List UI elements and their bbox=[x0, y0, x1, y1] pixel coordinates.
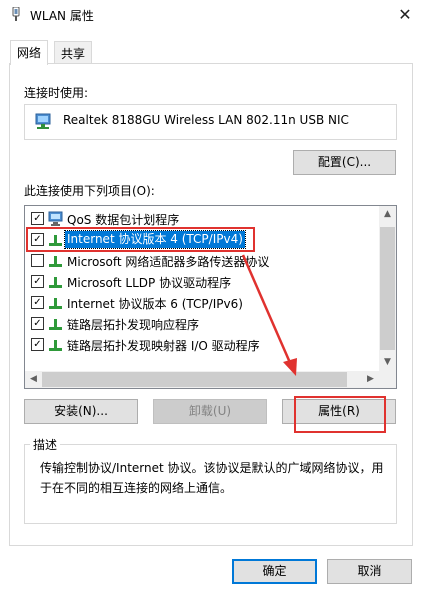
tab-network[interactable]: 网络 bbox=[10, 40, 49, 65]
close-button[interactable]: ✕ bbox=[393, 3, 417, 27]
properties-button[interactable]: 属性(R) bbox=[282, 399, 396, 424]
description-text: 传输控制协议/Internet 协议。该协议是默认的广域网络协议，用于在不同的相… bbox=[40, 461, 384, 495]
item-checkbox[interactable] bbox=[31, 254, 44, 267]
protocol-icon bbox=[49, 319, 62, 330]
item-label: 链路层拓扑发现响应程序 bbox=[67, 318, 200, 332]
configure-button[interactable]: 配置(C)... bbox=[293, 150, 396, 175]
protocol-icon bbox=[49, 256, 62, 267]
list-item[interactable]: ✓ 链路层拓扑发现响应程序 bbox=[25, 313, 380, 334]
tab-label: 网络 bbox=[17, 46, 42, 60]
vertical-scrollbar[interactable]: ▲ ▼ bbox=[379, 206, 396, 371]
items-label: 此连接使用下列项目(O): bbox=[24, 184, 155, 198]
ok-button[interactable]: 确定 bbox=[232, 559, 317, 584]
item-label: 链路层拓扑发现映射器 I/O 驱动程序 bbox=[67, 339, 260, 353]
window-title: WLAN 属性 bbox=[30, 9, 94, 23]
list-item-selected[interactable]: ✓ Internet 协议版本 4 (TCP/IPv4) bbox=[25, 229, 380, 250]
list-item[interactable]: Microsoft 网络适配器多路传送器协议 bbox=[25, 250, 380, 271]
item-checkbox[interactable]: ✓ bbox=[31, 296, 44, 309]
item-label: Internet 协议版本 4 (TCP/IPv4) bbox=[64, 230, 246, 249]
item-label: Internet 协议版本 6 (TCP/IPv6) bbox=[67, 297, 243, 311]
tab-bar: 网络 共享 bbox=[0, 31, 422, 65]
connect-using-label: 连接时使用: bbox=[24, 86, 89, 100]
list-item[interactable]: ✓ QoS 数据包计划程序 bbox=[25, 208, 380, 229]
description-legend: 描述 bbox=[30, 436, 61, 453]
title-bar: WLAN 属性 ✕ bbox=[0, 0, 422, 31]
list-item[interactable]: ✓ 链路层拓扑发现映射器 I/O 驱动程序 bbox=[25, 334, 380, 355]
item-checkbox[interactable]: ✓ bbox=[31, 212, 44, 225]
adapter-name: Realtek 8188GU Wireless LAN 802.11n USB … bbox=[63, 113, 349, 127]
horizontal-scrollbar[interactable]: ◀ ▶ bbox=[25, 371, 379, 388]
protocol-icon bbox=[49, 235, 62, 246]
scroll-right-icon[interactable]: ▶ bbox=[362, 371, 379, 388]
item-checkbox[interactable]: ✓ bbox=[31, 317, 44, 330]
adapter-field: Realtek 8188GU Wireless LAN 802.11n USB … bbox=[24, 104, 397, 140]
tab-sharing[interactable]: 共享 bbox=[54, 41, 93, 64]
item-label: Microsoft 网络适配器多路传送器协议 bbox=[67, 255, 270, 269]
horizontal-scroll-thumb[interactable] bbox=[42, 372, 347, 387]
protocol-icon bbox=[49, 298, 62, 309]
item-checkbox[interactable]: ✓ bbox=[31, 233, 44, 246]
cancel-button[interactable]: 取消 bbox=[327, 559, 412, 584]
protocol-icon bbox=[49, 277, 62, 288]
network-adapter-icon bbox=[35, 113, 51, 129]
install-button[interactable]: 安装(N)... bbox=[24, 399, 138, 424]
scroll-left-icon[interactable]: ◀ bbox=[25, 371, 42, 388]
protocol-icon bbox=[49, 340, 62, 351]
components-list[interactable]: ✓ QoS 数据包计划程序 ✓ Internet 协议版本 4 (TCP/IPv… bbox=[24, 205, 397, 389]
tab-label: 共享 bbox=[61, 47, 86, 61]
item-label: Microsoft LLDP 协议驱动程序 bbox=[67, 276, 232, 290]
close-icon: ✕ bbox=[398, 5, 412, 24]
scroll-up-icon[interactable]: ▲ bbox=[379, 206, 396, 223]
list-item[interactable]: ✓ Internet 协议版本 6 (TCP/IPv6) bbox=[25, 292, 380, 313]
item-checkbox[interactable]: ✓ bbox=[31, 275, 44, 288]
uninstall-button[interactable]: 卸载(U) bbox=[153, 399, 267, 424]
scroll-down-icon[interactable]: ▼ bbox=[379, 354, 396, 371]
item-label: QoS 数据包计划程序 bbox=[67, 213, 180, 227]
item-checkbox[interactable]: ✓ bbox=[31, 338, 44, 351]
list-item[interactable]: ✓ Microsoft LLDP 协议驱动程序 bbox=[25, 271, 380, 292]
scrollbar-corner bbox=[379, 371, 396, 388]
qos-icon bbox=[48, 211, 63, 226]
wlan-adapter-icon bbox=[12, 7, 20, 21]
vertical-scroll-thumb[interactable] bbox=[380, 227, 395, 350]
